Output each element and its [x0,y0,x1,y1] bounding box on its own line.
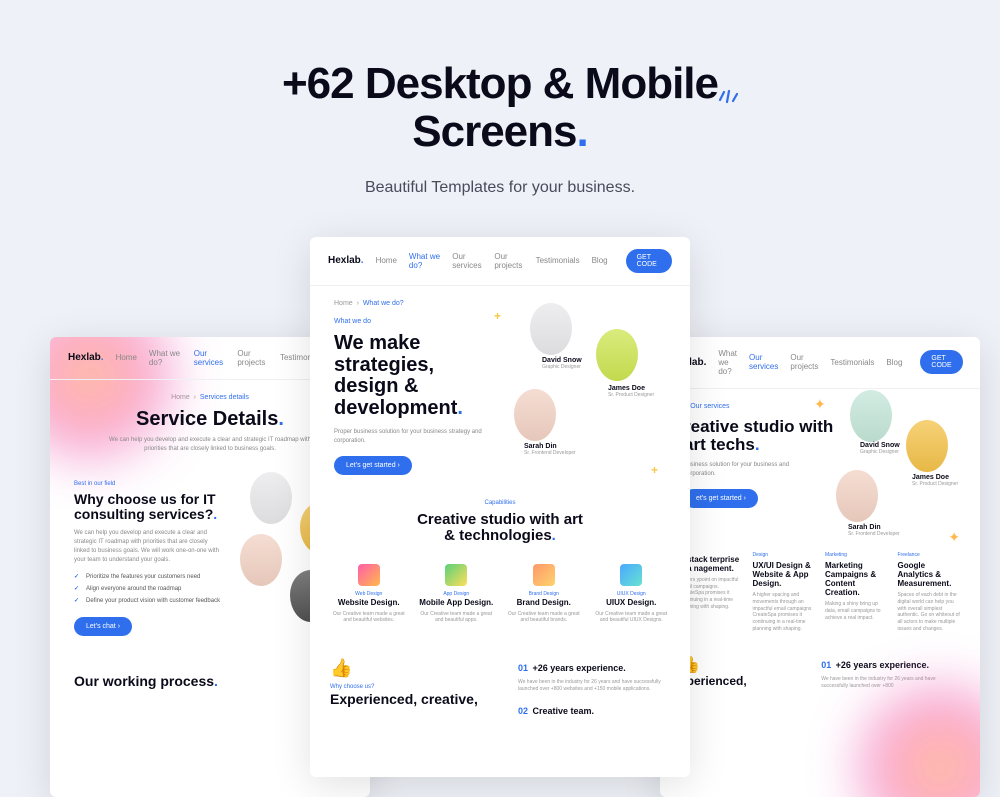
hero-subtitle: Beautiful Templates for your business. [20,179,980,197]
flourish-icon [716,66,740,114]
gradient-blob [860,687,980,797]
avatar [596,329,638,381]
plus-icon: + [494,309,501,323]
avatar [514,389,556,441]
hero-body: Proper business solution for your busine… [334,428,484,446]
get-started-button[interactable]: et's get started › [684,489,758,508]
avatar [836,470,878,522]
service-icon [533,564,555,586]
nav-cta[interactable]: GET CODE [920,350,962,374]
service-icon [358,564,380,586]
nav-testimonials[interactable]: Testimonials [536,256,580,265]
page-title: Service Details. [74,409,346,431]
cap-eyebrow: Capabilities [334,499,666,508]
brand: Hexlab. [68,352,104,363]
brand: Hexlab. [328,255,364,266]
avatar [250,472,292,524]
service-cell[interactable]: MarketingMarketing Campaigns & Content C… [825,552,888,633]
nav-services[interactable]: Our services [194,349,226,367]
service-card[interactable]: Web DesignWebsite Design.Our Creative te… [330,564,408,624]
service-icon [445,564,467,586]
service-card[interactable]: App DesignMobile App Design.Our Creative… [418,564,496,624]
service-icon [620,564,642,586]
nav-whatwedo[interactable]: What we do? [149,349,182,367]
plus-icon: + [651,463,658,477]
nav-home[interactable]: Home [116,353,137,362]
cap-title: Creative studio with art & technologies. [415,512,585,544]
nav-cta[interactable]: GET CODE [626,249,672,273]
sparkle-icon: ✦ [814,396,826,413]
avatar [240,534,282,586]
avatar [850,390,892,442]
thumbs-icon: 👍 [680,655,803,675]
page-sub: We can help you develop and execute a cl… [100,436,320,454]
hero-headline: We make strategies, design & development… [334,333,504,419]
lets-chat-button[interactable]: Let's chat › [74,617,132,636]
nav-blog[interactable]: Blog [886,358,902,367]
working-process-title: Our working process. [74,674,346,689]
nav-whatwedo[interactable]: What we do? [718,349,737,376]
hero-title: +62 Desktop & Mobile Screens. [282,60,718,157]
get-started-button[interactable]: Let's get started › [334,456,412,475]
avatar [906,420,948,472]
service-cell[interactable]: FreelanceGoogle Analytics & Measurement.… [898,552,961,633]
sparkle-icon: ✦ [948,529,960,546]
screen-right: exlab. What we do? Our services Our proj… [660,337,980,797]
service-card[interactable]: Brand DesignBrand Design.Our Creative te… [505,564,583,624]
nav-whatwedo[interactable]: What we do? [409,252,440,270]
nav-projects[interactable]: Our projects [237,349,268,367]
nav-blog[interactable]: Blog [592,256,608,265]
screen-center: Hexlab. Home What we do? Our services Ou… [310,237,690,777]
nav-testimonials[interactable]: Testimonials [830,358,874,367]
nav-services[interactable]: Our services [749,353,778,371]
nav-projects[interactable]: Our projects [790,353,818,371]
section-title: Why choose us for IT consulting services… [74,492,224,522]
nav-home[interactable]: Home [376,256,397,265]
nav-projects[interactable]: Our projects [494,252,523,270]
avatar [530,303,572,355]
service-cell[interactable]: DesignUX/UI Design & Website & App Desig… [753,552,816,633]
thumbs-icon: 👍 [330,658,500,679]
service-card[interactable]: UIUX DesignUIUX Design.Our Creative team… [593,564,671,624]
nav-services[interactable]: Our services [452,252,482,270]
